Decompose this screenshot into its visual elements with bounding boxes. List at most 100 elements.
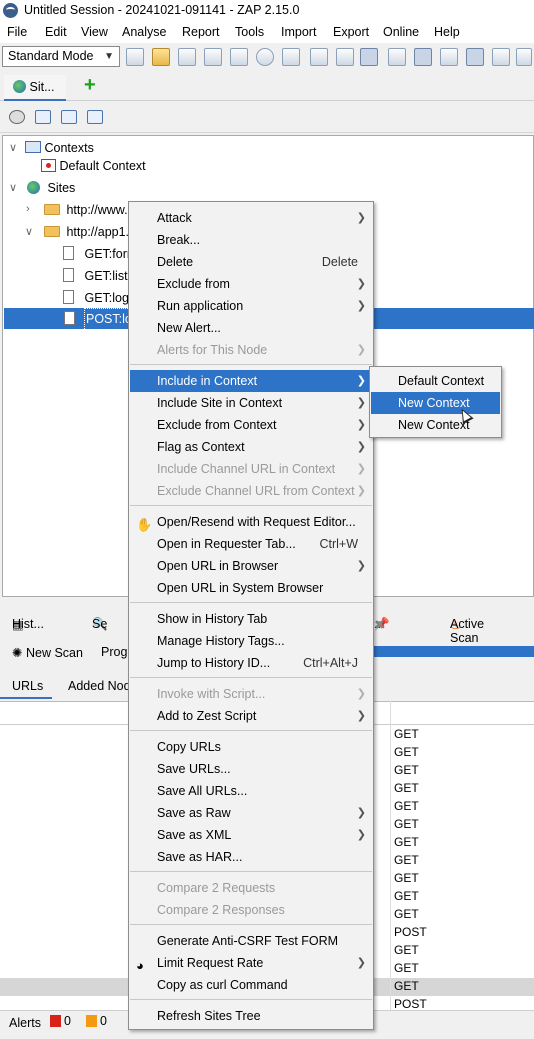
- open-session-icon[interactable]: [152, 48, 170, 66]
- breakpoints-icon[interactable]: [360, 48, 378, 66]
- context-menu: Attack ❯ Break... Delete Delete Exclude fr…: [128, 201, 374, 1030]
- new-context-icon[interactable]: [35, 110, 51, 124]
- scan-progress-bar: [374, 646, 534, 657]
- menu-item-new-alert[interactable]: New Alert...: [130, 317, 372, 339]
- alert-high-count: 0: [64, 1014, 71, 1028]
- menu-edit[interactable]: Edit: [45, 21, 67, 43]
- menu-item-attack[interactable]: Attack ❯: [130, 207, 372, 229]
- method-cell: GET: [394, 907, 419, 921]
- add-break-icon[interactable]: [310, 48, 328, 66]
- add-tab-icon[interactable]: +: [84, 75, 96, 95]
- tab-urls[interactable]: URLs: [0, 675, 52, 699]
- export-context-icon[interactable]: [87, 110, 103, 124]
- menu-item-flag-as-context[interactable]: Flag as Context ❯: [130, 436, 372, 458]
- menu-item-manage-tags[interactable]: Manage History Tags...: [130, 630, 372, 652]
- method-cell: GET: [394, 871, 419, 885]
- submenu-item-new-context[interactable]: New Context: [371, 392, 500, 414]
- menu-item-delete[interactable]: Delete Delete: [130, 251, 372, 273]
- menu-item-refresh-tree[interactable]: Refresh Sites Tree: [130, 1005, 372, 1027]
- submenu-item-default-context[interactable]: Default Context: [371, 370, 500, 392]
- mode-select-value: Standard Mode: [8, 49, 94, 63]
- layout-horizontal-icon[interactable]: [466, 48, 484, 66]
- menu-item-open-url-system[interactable]: Open URL in System Browser: [130, 577, 372, 599]
- menu-view[interactable]: View: [81, 21, 108, 43]
- menu-item-copy-curl[interactable]: Copy as curl Command: [130, 974, 372, 996]
- snapshot-icon[interactable]: [204, 48, 222, 66]
- method-cell: GET: [394, 763, 419, 777]
- chevron-right-icon[interactable]: ›: [26, 203, 30, 215]
- menu-item-break[interactable]: Break...: [130, 229, 372, 251]
- tree-node-site2[interactable]: http://app1.l: [44, 221, 132, 243]
- menu-item-save-xml[interactable]: Save as XML ❯: [130, 824, 372, 846]
- chevron-right-icon: ❯: [356, 300, 366, 312]
- layout-split-icon[interactable]: [414, 48, 432, 66]
- alert-high[interactable]: 0: [50, 1014, 71, 1028]
- tree-node-default-context[interactable]: Default Context: [41, 155, 146, 177]
- menu-item-open-requester[interactable]: Open in Requester Tab... Ctrl+W: [130, 533, 372, 555]
- menu-item-label: Compare 2 Requests: [157, 881, 276, 895]
- remove-break-icon[interactable]: [336, 48, 354, 66]
- tree-node-sites[interactable]: Sites: [27, 177, 75, 199]
- chevron-down-icon[interactable]: ∨: [9, 141, 17, 154]
- submenu-item-new-context-2[interactable]: New Context: [371, 414, 500, 436]
- menu-item-include-site-in-context[interactable]: Include Site in Context ❯: [130, 392, 372, 414]
- menu-item-open-url-browser[interactable]: Open URL in Browser ❯: [130, 555, 372, 577]
- menu-item-exclude-from[interactable]: Exclude from ❯: [130, 273, 372, 295]
- menu-separator: [130, 924, 372, 925]
- menu-item-label: Break...: [157, 233, 201, 247]
- save-session-icon[interactable]: [178, 48, 196, 66]
- menu-item-show-history[interactable]: Show in History Tab: [130, 608, 372, 630]
- menu-report[interactable]: Report: [182, 21, 220, 43]
- new-scan-button[interactable]: ✺ New Scan: [12, 645, 83, 660]
- menu-file[interactable]: File: [7, 21, 27, 43]
- tab-added-nodes[interactable]: Added Nod: [68, 675, 131, 697]
- tree-node-get-form[interactable]: GET:forn: [63, 243, 134, 265]
- tree-node-get-list[interactable]: GET:list: [63, 265, 128, 287]
- menu-tools[interactable]: Tools: [235, 21, 264, 43]
- chevron-down-icon[interactable]: ∨: [9, 181, 17, 194]
- menu-item-jump-history[interactable]: Jump to History ID... Ctrl+Alt+J: [130, 652, 372, 674]
- orange-flag-icon: [86, 1015, 97, 1027]
- page-icon: [64, 311, 75, 325]
- session-properties-icon[interactable]: [230, 48, 248, 66]
- menu-item-add-zest[interactable]: Add to Zest Script ❯: [130, 705, 372, 727]
- chevron-right-icon: ❯: [356, 212, 366, 224]
- method-cell: POST: [394, 925, 427, 939]
- tree-node-label: Sites: [47, 181, 76, 195]
- include-in-context-submenu: Default Context New Context New Context: [369, 366, 502, 438]
- menu-analyse[interactable]: Analyse: [122, 21, 166, 43]
- mode-select[interactable]: Standard Mode ▼: [2, 46, 120, 67]
- export-icon[interactable]: [282, 48, 300, 66]
- tree-node-site1[interactable]: http://www.g: [44, 199, 135, 221]
- menu-item-limit-rate[interactable]: ◕ Limit Request Rate ❯: [130, 952, 372, 974]
- import-context-icon[interactable]: [61, 110, 77, 124]
- menu-item-run-application[interactable]: Run application ❯: [130, 295, 372, 317]
- menu-item-exclude-from-context[interactable]: Exclude from Context ❯: [130, 414, 372, 436]
- target-icon[interactable]: [9, 110, 25, 124]
- menu-item-save-urls[interactable]: Save URLs...: [130, 758, 372, 780]
- close-icon[interactable]: ✖: [374, 617, 384, 632]
- layout-tabs-icon[interactable]: [440, 48, 458, 66]
- new-session-icon[interactable]: [126, 48, 144, 66]
- menu-item-save-raw[interactable]: Save as Raw ❯: [130, 802, 372, 824]
- menu-item-include-in-context[interactable]: Include in Context ❯: [130, 370, 372, 392]
- tab-sites[interactable]: Sit...: [4, 75, 66, 101]
- layout-full-icon[interactable]: [388, 48, 406, 66]
- menu-item-open-resend[interactable]: ✋ Open/Resend with Request Editor...: [130, 511, 372, 533]
- layout-extra-icon[interactable]: [516, 48, 532, 66]
- layout-vertical-icon[interactable]: [492, 48, 510, 66]
- menu-item-save-all-urls[interactable]: Save All URLs...: [130, 780, 372, 802]
- menu-export[interactable]: Export: [333, 21, 369, 43]
- menu-help[interactable]: Help: [434, 21, 460, 43]
- menu-import[interactable]: Import: [281, 21, 316, 43]
- menu-item-copy-urls[interactable]: Copy URLs: [130, 736, 372, 758]
- chevron-down-icon[interactable]: ∨: [25, 225, 33, 238]
- gear-icon[interactable]: [256, 48, 274, 66]
- menu-item-gen-csrf[interactable]: Generate Anti-CSRF Test FORM: [130, 930, 372, 952]
- alert-medium[interactable]: 0: [86, 1014, 107, 1028]
- method-cell: GET: [394, 943, 419, 957]
- menu-item-compare-responses: Compare 2 Responses: [130, 899, 372, 921]
- menu-online[interactable]: Online: [383, 21, 419, 43]
- menu-item-save-har[interactable]: Save as HAR...: [130, 846, 372, 868]
- tree-node-get-log[interactable]: GET:log: [63, 287, 129, 309]
